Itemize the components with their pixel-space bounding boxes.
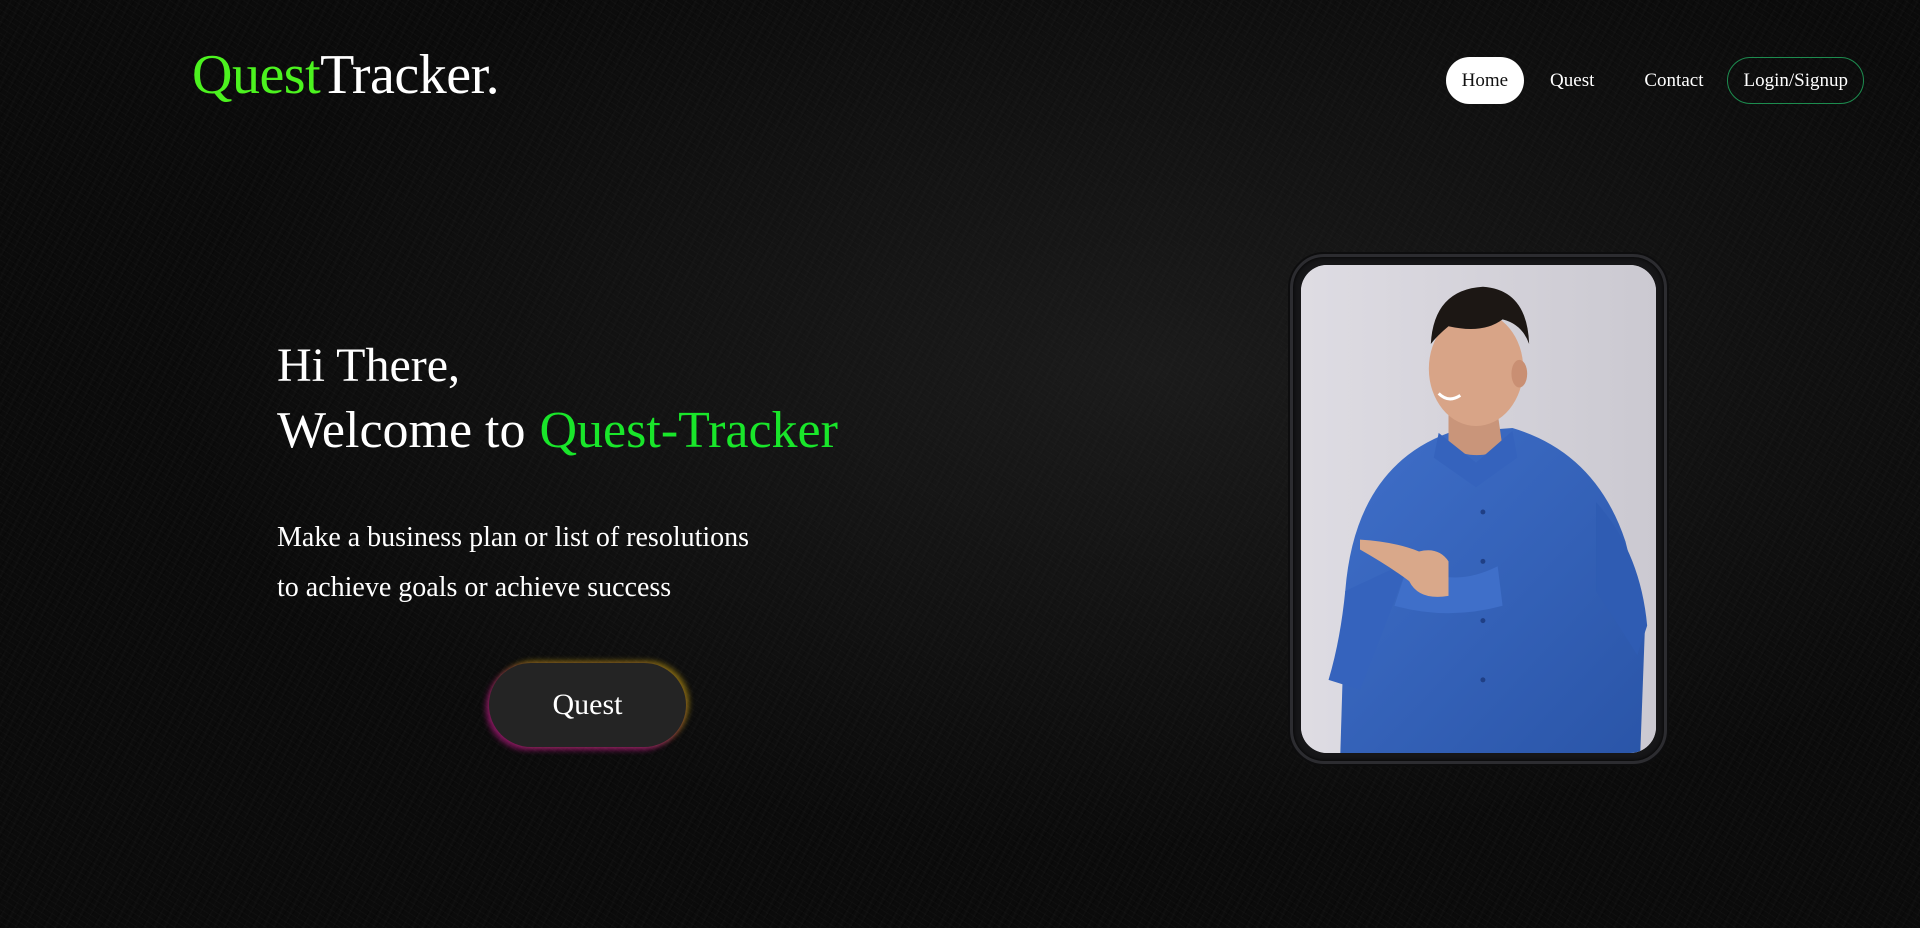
hero-image-frame xyxy=(1290,254,1667,764)
logo-accent-text: Quest xyxy=(192,44,321,106)
nav-home[interactable]: Home xyxy=(1445,57,1525,104)
hero-photo xyxy=(1301,265,1656,753)
hero-welcome-prefix: Welcome to xyxy=(277,402,526,459)
hero-brand-name: Quest-Tracker xyxy=(539,402,838,459)
hero-greeting: Hi There, xyxy=(277,339,461,392)
man-pointing-illustration xyxy=(1301,265,1656,753)
hero-tagline-line2: to achieve goals or achieve success xyxy=(277,572,672,603)
hero-welcome: Welcome to Quest-Tracker xyxy=(277,398,838,464)
main-nav: Home Quest Contact Login/Signup xyxy=(1445,57,1864,104)
logo-rest-text: Tracker. xyxy=(320,44,500,106)
nav-contact[interactable]: Contact xyxy=(1628,57,1719,104)
hero-heading: Hi There, Welcome to Quest-Tracker xyxy=(277,336,838,464)
nav-quest[interactable]: Quest xyxy=(1532,57,1620,104)
hero-tagline: Make a business plan or list of resoluti… xyxy=(277,513,749,613)
hero-tagline-line1: Make a business plan or list of resoluti… xyxy=(277,522,750,553)
site-logo[interactable]: QuestTracker. xyxy=(192,42,500,108)
nav-login-signup[interactable]: Login/Signup xyxy=(1727,57,1864,104)
quest-button[interactable]: Quest xyxy=(489,663,686,747)
